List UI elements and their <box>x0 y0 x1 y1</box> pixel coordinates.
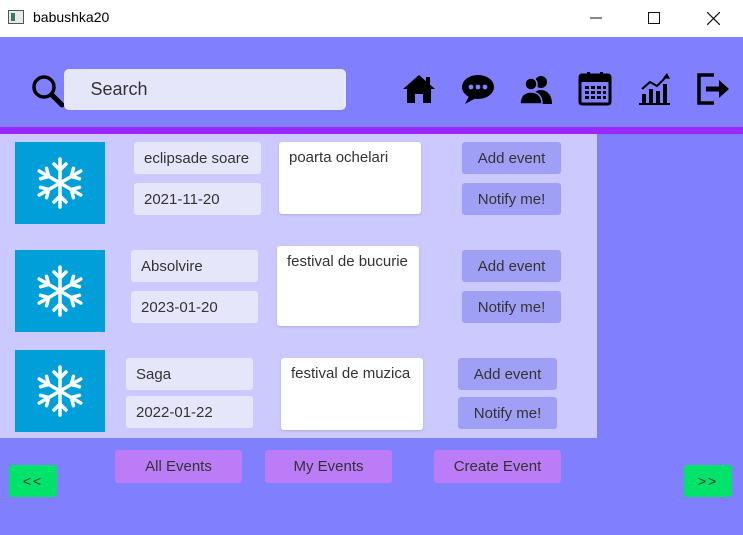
maximize-button[interactable] <box>625 0 683 36</box>
prev-page-button[interactable]: << <box>9 465 57 497</box>
logout-icon[interactable] <box>695 71 731 107</box>
add-event-button[interactable]: Add event <box>462 250 561 282</box>
calendar-icon[interactable] <box>577 71 613 107</box>
event-image <box>15 142 105 224</box>
minimize-icon <box>590 17 602 19</box>
minimize-button[interactable] <box>567 0 625 36</box>
add-event-button[interactable]: Add event <box>458 358 557 390</box>
window-title: babushka20 <box>33 9 110 25</box>
event-image <box>15 350 105 432</box>
app-icon <box>8 10 24 24</box>
close-icon <box>706 11 720 25</box>
event-name: Absolvire <box>131 250 258 282</box>
event-description: poarta ochelari <box>279 142 421 214</box>
stats-icon[interactable] <box>636 71 672 107</box>
event-date: 2022-01-22 <box>126 396 253 428</box>
search-input[interactable] <box>172 69 346 110</box>
create-event-button[interactable]: Create Event <box>434 450 561 483</box>
event-description: festival de muzica <box>281 358 423 430</box>
close-button[interactable] <box>684 0 742 36</box>
notify-me-button[interactable]: Notify me! <box>462 183 561 215</box>
event-date: 2023-01-20 <box>131 291 258 323</box>
home-icon[interactable] <box>401 71 437 107</box>
search-label: Search <box>64 69 174 110</box>
event-name: Saga <box>126 358 253 390</box>
event-image <box>15 250 105 332</box>
notify-me-button[interactable]: Notify me! <box>462 291 561 323</box>
next-page-button[interactable]: >> <box>684 465 732 497</box>
my-events-button[interactable]: My Events <box>265 450 392 483</box>
users-icon[interactable] <box>518 71 554 107</box>
events-list: eclipsade soare 2021-11-20 poarta ochela… <box>0 134 597 438</box>
maximize-icon <box>648 12 660 24</box>
window-titlebar: babushka20 <box>0 0 743 36</box>
search-icon[interactable] <box>31 74 65 113</box>
add-event-button[interactable]: Add event <box>462 142 561 174</box>
event-name: eclipsade soare <box>134 142 261 174</box>
main-area: Search eclipsade soare 2021-11-20 poarta… <box>0 37 743 535</box>
chat-icon[interactable] <box>460 71 496 107</box>
snowflake-icon <box>37 265 83 317</box>
all-events-button[interactable]: All Events <box>115 450 242 483</box>
event-description: festival de bucurie <box>277 246 419 326</box>
notify-me-button[interactable]: Notify me! <box>458 397 557 429</box>
snowflake-icon <box>37 157 83 209</box>
snowflake-icon <box>37 365 83 417</box>
header-divider <box>0 127 743 134</box>
event-date: 2021-11-20 <box>134 183 261 215</box>
